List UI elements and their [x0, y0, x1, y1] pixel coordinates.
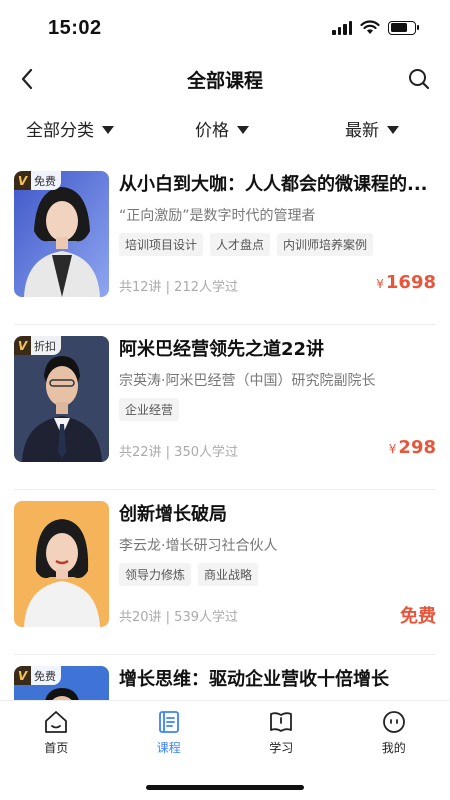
- nav-bar: 全部课程: [0, 56, 450, 102]
- filter-bar: 全部分类 价格 最新: [0, 110, 450, 148]
- search-icon: [409, 69, 430, 90]
- tab-label: 首页: [44, 741, 69, 755]
- course-meta: 共12讲 | 212人学过: [119, 280, 238, 295]
- course-item[interactable]: V 免费 从小白到大咖：人人都会的微课程的... “正向激励”是数字时代的管理者 …: [14, 160, 436, 325]
- course-thumbnail: [14, 501, 109, 627]
- search-button[interactable]: [404, 64, 434, 94]
- course-thumbnail: V 免费: [14, 171, 109, 297]
- vip-badge: V 免费: [14, 171, 61, 190]
- course-tags: 企业经营: [119, 398, 180, 421]
- tab-bar: 首页 课程 学习 我的: [0, 700, 450, 762]
- course-tag: 商业战略: [198, 563, 259, 586]
- caret-down-icon: [102, 125, 114, 134]
- page-title: 全部课程: [186, 70, 263, 92]
- course-title: 从小白到大咖：人人都会的微课程的...: [119, 174, 428, 195]
- course-tags: 领导力修炼 商业战略: [119, 563, 259, 586]
- course-icon: [158, 711, 179, 733]
- caret-down-icon: [387, 125, 399, 134]
- course-item[interactable]: 创新增长破局 李云龙·增长研习社合伙人 领导力修炼 商业战略 共20讲 | 53…: [14, 490, 436, 655]
- course-title: 增长思维：驱动企业营收十倍增长: [119, 669, 389, 690]
- tab-home[interactable]: 首页: [0, 701, 113, 762]
- course-meta: 共22讲 | 350人学过: [119, 445, 238, 460]
- learn-icon: [270, 712, 293, 732]
- course-price: ¥1698: [376, 272, 436, 293]
- battery-icon: [388, 20, 419, 35]
- course-tag: 培训项目设计: [119, 233, 204, 256]
- tab-label: 学习: [269, 741, 294, 755]
- home-icon: [45, 711, 68, 733]
- status-bar: 15:02: [0, 0, 450, 56]
- course-price: 免费: [400, 606, 436, 627]
- course-item[interactable]: V 免费 增长思维：驱动企业营收十倍增长: [14, 655, 436, 700]
- course-title: 阿米巴经营领先之道22讲: [119, 339, 325, 360]
- vip-badge: V 折扣: [14, 336, 61, 355]
- tab-profile[interactable]: 我的: [338, 701, 450, 762]
- course-tag: 内训师培养案例: [277, 233, 374, 256]
- wifi-icon: [360, 20, 380, 34]
- course-subtitle: 宗英涛·阿米巴经营（中国）研究院副院长: [119, 373, 376, 389]
- profile-icon: [382, 711, 405, 733]
- filter-category[interactable]: 全部分类: [26, 116, 114, 141]
- tab-learn[interactable]: 学习: [225, 701, 338, 762]
- status-icons: [332, 20, 419, 35]
- course-list[interactable]: V 免费 从小白到大咖：人人都会的微课程的... “正向激励”是数字时代的管理者 …: [14, 160, 436, 700]
- course-tag: 人才盘点: [210, 233, 271, 256]
- course-title: 创新增长破局: [119, 504, 227, 525]
- filter-label: 价格: [195, 121, 229, 141]
- course-thumbnail: V 折扣: [14, 336, 109, 462]
- vip-icon: V: [14, 336, 31, 355]
- vip-badge: V 免费: [14, 666, 61, 685]
- home-indicator: [146, 785, 304, 790]
- caret-down-icon: [237, 125, 249, 134]
- filter-price[interactable]: 价格: [195, 116, 249, 141]
- filter-sort[interactable]: 最新: [345, 116, 399, 141]
- course-thumbnail: V 免费: [14, 666, 109, 700]
- course-price: ¥298: [388, 437, 436, 458]
- vip-icon: V: [14, 171, 31, 190]
- course-meta: 共20讲 | 539人学过: [119, 610, 238, 625]
- tab-label: 我的: [381, 741, 406, 755]
- vip-icon: V: [14, 666, 31, 685]
- course-tag: 企业经营: [119, 398, 180, 421]
- filter-label: 最新: [345, 121, 379, 141]
- course-tags: 培训项目设计 人才盘点 内训师培养案例: [119, 233, 374, 256]
- filter-label: 全部分类: [26, 121, 94, 141]
- course-subtitle: “正向激励”是数字时代的管理者: [119, 208, 316, 224]
- status-time: 15:02: [48, 17, 102, 39]
- tab-label: 课程: [156, 741, 181, 755]
- signal-icon: [332, 20, 352, 35]
- course-subtitle: 李云龙·增长研习社合伙人: [119, 538, 278, 554]
- course-tag: 领导力修炼: [119, 563, 192, 586]
- tab-course[interactable]: 课程: [113, 701, 226, 762]
- course-item[interactable]: V 折扣 阿米巴经营领先之道22讲 宗英涛·阿米巴经营（中国）研究院副院长 企业经…: [14, 325, 436, 490]
